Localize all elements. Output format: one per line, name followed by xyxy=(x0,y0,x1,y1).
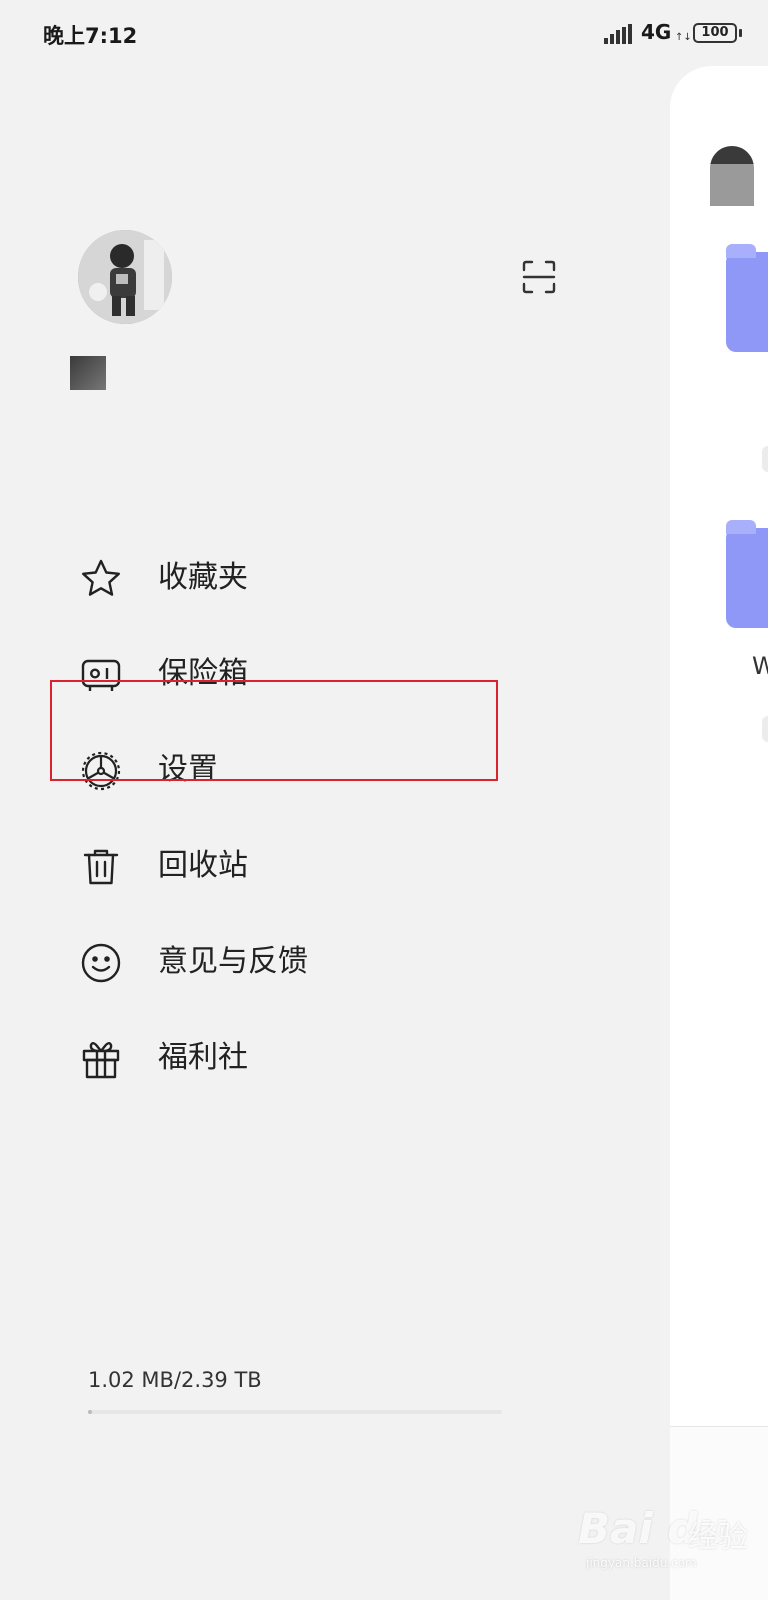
menu-item-favorites[interactable]: 收藏夹 xyxy=(0,530,500,626)
user-avatar[interactable] xyxy=(78,230,172,324)
gift-icon xyxy=(80,1038,122,1080)
menu-item-label: 回收站 xyxy=(158,848,248,883)
menu-item-label: 意见与反馈 xyxy=(158,944,308,979)
menu-item-benefits[interactable]: 福利社 xyxy=(0,1010,500,1106)
peek-chip xyxy=(762,446,768,472)
network-type: 4G xyxy=(641,20,672,44)
trash-icon xyxy=(80,846,122,888)
storage-progress-bar xyxy=(88,1410,502,1414)
storage-progress-fill xyxy=(88,1410,93,1414)
battery-tip xyxy=(739,29,742,37)
signal-strength-icon xyxy=(604,24,632,44)
battery-icon: 100 xyxy=(693,23,737,43)
folder-caption: W xyxy=(752,652,768,680)
smiley-icon xyxy=(80,942,122,984)
username-blurred xyxy=(70,356,106,390)
folder-icon xyxy=(726,520,768,628)
avatar-image xyxy=(78,230,172,324)
side-drawer: 收藏夹 保险箱 设置 回收站 意见与反馈 福利社 1.02 MB/2.39 TB xyxy=(0,70,670,1600)
menu-item-label: 福利社 xyxy=(158,1040,248,1075)
data-activity-icon: ↑↓ xyxy=(675,32,692,43)
peek-avatar xyxy=(710,146,754,206)
menu-item-recycle-bin[interactable]: 回收站 xyxy=(0,818,500,914)
menu-item-label: 收藏夹 xyxy=(158,560,248,595)
watermark-text: 经验 xyxy=(688,1520,748,1555)
menu-item-feedback[interactable]: 意见与反馈 xyxy=(0,914,500,1010)
status-bar: 晚上7:12 4G ↑↓ 100 xyxy=(0,0,768,70)
peek-chip xyxy=(762,716,768,742)
scan-icon[interactable] xyxy=(522,260,556,294)
status-time: 晚上7:12 xyxy=(43,24,138,48)
watermark: Bai du 经验 jingyan.baidu.com xyxy=(578,1498,768,1578)
highlight-annotation xyxy=(50,680,498,781)
main-page-peek[interactable]: W xyxy=(670,66,768,1600)
battery-level: 100 xyxy=(701,25,729,40)
folder-icon xyxy=(726,244,768,352)
star-icon xyxy=(80,558,122,600)
watermark-url: jingyan.baidu.com xyxy=(586,1556,697,1570)
storage-usage-text: 1.02 MB/2.39 TB xyxy=(88,1368,262,1392)
